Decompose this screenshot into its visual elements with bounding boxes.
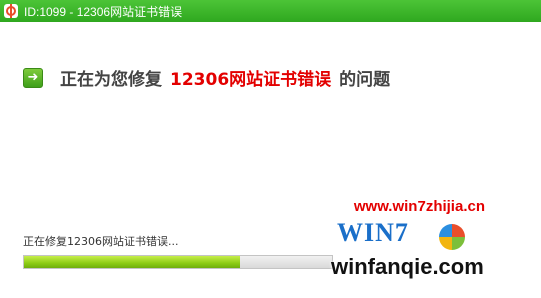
headline-suffix: 的问题: [339, 70, 391, 90]
title-bar: ID:1099 - 12306网站证书错误: [0, 0, 541, 22]
watermark-url: www.win7zhijia.cn: [353, 198, 485, 215]
repair-headline: ➜ 正在为您修复 12306网站证书错误 的问题: [23, 65, 390, 90]
watermark: www.win7zhijia.cn WIN7 winfanqie.com: [331, 198, 541, 298]
windows-flag-icon: [439, 224, 465, 250]
progress-bar: [23, 255, 333, 269]
window-title: ID:1099 - 12306网站证书错误: [24, 4, 183, 19]
progress-fill: [24, 256, 240, 268]
status-text: 正在修复12306网站证书错误...: [23, 235, 179, 248]
arrow-right-icon: ➜: [23, 67, 43, 88]
headline-prefix: 正在为您修复: [60, 70, 162, 90]
watermark-site: winfanqie.com: [331, 254, 484, 279]
headline-highlight: 12306网站证书错误: [170, 70, 332, 90]
watermark-logo: WIN7: [337, 218, 409, 247]
repair-tool-icon: [4, 4, 18, 18]
